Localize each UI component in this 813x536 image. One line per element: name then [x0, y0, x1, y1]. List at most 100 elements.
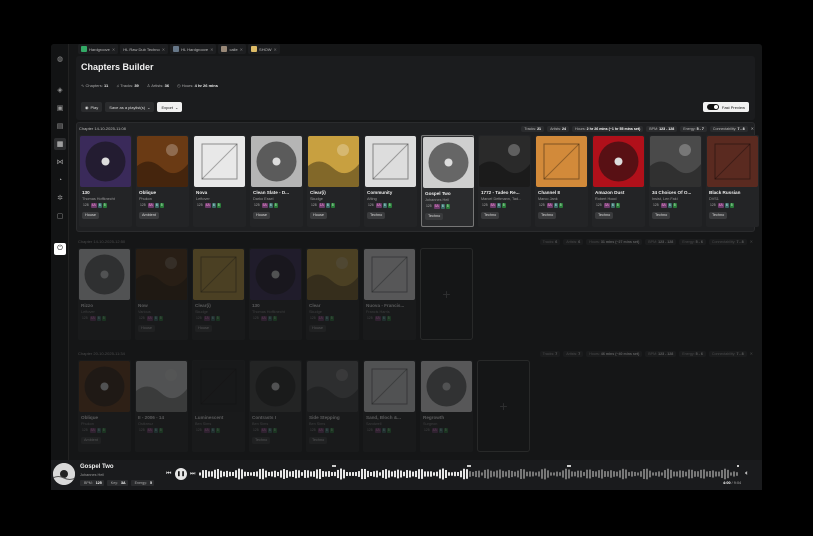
waveform-bar: [625, 469, 627, 479]
history-icon[interactable]: ◔: [54, 174, 66, 186]
crate-icon[interactable]: ▦: [54, 138, 66, 150]
add-track-button[interactable]: +: [420, 248, 473, 340]
track-card[interactable]: Oblique Phukon 125 8A 6 5 Ambient: [136, 135, 189, 227]
close-icon[interactable]: ✕: [162, 47, 165, 52]
genre-tag[interactable]: Techno: [652, 212, 671, 219]
track-card[interactable]: Oblique Phukon 125 8A 6 5 Ambient: [78, 360, 131, 452]
track-card[interactable]: Community Afting 126 4A 6 5 Techno: [364, 135, 417, 227]
waveform-scrubber[interactable]: [199, 465, 739, 483]
now-playing-artist: Johannes Heil: [80, 473, 105, 477]
genre-tag[interactable]: Ambient: [81, 437, 101, 444]
toggle-switch[interactable]: [706, 104, 719, 110]
robot-icon[interactable]: ▢: [54, 210, 66, 222]
genre-tag[interactable]: Techno: [538, 212, 557, 219]
chip-label: Tracks:: [524, 126, 537, 131]
genre-tag[interactable]: Techno: [367, 212, 386, 219]
track-card[interactable]: Clean Slate - D... Darko Essel 125 5A 6 5 Hous…: [250, 135, 303, 227]
chip-value: 7 - 8: [736, 239, 744, 244]
track-card[interactable]: Clear(i) Skudge 128 1A 6 5 House: [307, 135, 360, 227]
waveform-bar: [667, 468, 669, 480]
track-card[interactable]: Nuova - Francis... Francis Harris 125 4A 6 5: [363, 248, 416, 340]
tab-show[interactable]: SHOW ✕: [248, 44, 280, 54]
track-card[interactable]: Black Russian DVS1 125 4A 6 5 Techno: [706, 135, 759, 227]
tab-hl-hardgroove[interactable]: HL Hardgroove ✕: [170, 44, 217, 54]
close-icon[interactable]: ✕: [240, 47, 243, 52]
waveform-bar: [616, 471, 618, 477]
close-icon[interactable]: ✕: [750, 239, 753, 244]
track-card[interactable]: Clear Skudge 125 1A 6 5 House: [306, 248, 359, 340]
mood-badge: 5: [273, 203, 278, 208]
track-card[interactable]: Luminescent Ben Sims 125 4A 6 5: [192, 360, 245, 452]
chapter-name[interactable]: Chapter 14-10-2025-11:08: [79, 126, 521, 131]
track-card[interactable]: Nova Leftover 125 4A 6 5: [193, 135, 246, 227]
power-icon[interactable]: ⏻: [54, 243, 66, 255]
track-card[interactable]: 130 Thomas Hoffknecht 125 4A 6 5: [249, 248, 302, 340]
track-card[interactable]: Rizzo Leftover 125 4A 6 5: [78, 248, 131, 340]
play-button[interactable]: ◉ Play: [81, 102, 103, 112]
genre-tag[interactable]: Techno: [309, 437, 328, 444]
close-icon[interactable]: ✕: [210, 47, 213, 52]
waveform-bar: [442, 468, 444, 480]
pause-button[interactable]: ❚❚: [175, 468, 187, 480]
layers-icon[interactable]: ◈: [54, 84, 66, 96]
track-card[interactable]: II - 2006 - 14 Ostkreuz 125 4A 6 5: [135, 360, 188, 452]
export-button[interactable]: Export ⌄: [157, 102, 183, 112]
genre-tag[interactable]: Techno: [252, 437, 271, 444]
track-card[interactable]: 1772 - Tadeo Re... Marcel Dettmann, Tad..…: [478, 135, 531, 227]
genre-tag[interactable]: House: [253, 212, 270, 219]
genre-tag[interactable]: Techno: [425, 213, 444, 220]
tab-hl-raw-dub-techno[interactable]: HL Raw Dub Techno ✕: [120, 44, 169, 54]
add-track-button[interactable]: +: [477, 360, 530, 452]
track-card[interactable]: Regrowth Surgeon 125 4A 6 5: [420, 360, 473, 452]
settings-icon[interactable]: ✲: [54, 192, 66, 204]
folder-add-icon[interactable]: ▣: [54, 102, 66, 114]
close-icon[interactable]: ✕: [112, 47, 115, 52]
volume-icon[interactable]: 🔈︎: [745, 470, 749, 478]
share-icon[interactable]: ⋈: [54, 156, 66, 168]
genre-tag[interactable]: House: [138, 325, 155, 332]
genre-tag[interactable]: Techno: [481, 212, 500, 219]
chapter-name[interactable]: Chapter 14-10-2025-12:50: [78, 239, 540, 244]
genre-tag[interactable]: House: [310, 212, 327, 219]
track-card[interactable]: Contrasts I Ben Sims 125 4A 6 5 Techno: [249, 360, 302, 452]
next-icon[interactable]: ⏭: [190, 471, 195, 478]
genre-tag[interactable]: Techno: [595, 212, 614, 219]
track-card[interactable]: Sand, Bloch &... Sandwell 125 4A 6 5: [363, 360, 416, 452]
track-card[interactable]: Amazon Dust Robert Hood 125 3A 6 5 Techno: [592, 135, 645, 227]
energy-badge: 6: [153, 428, 158, 433]
album-cover: [423, 137, 474, 188]
globe-icon[interactable]: ◍: [54, 53, 66, 65]
genre-tag[interactable]: Techno: [709, 212, 728, 219]
tab-hardgroove[interactable]: Hardgroove ✕: [78, 44, 119, 54]
tab-calle[interactable]: calle ✕: [218, 44, 247, 54]
genre-tag[interactable]: Ambient: [139, 212, 159, 219]
bpm-value: 125: [253, 428, 259, 432]
save-playlist-button[interactable]: Save as a playlist(s) ⌄: [105, 102, 155, 112]
waveform-bar: [544, 468, 546, 480]
track-card[interactable]: Gospel Two Johannes Heil 125 5A 6 5 Techno: [421, 135, 474, 227]
chapter-name[interactable]: Chapter 20-10-2025-11:34: [78, 351, 540, 356]
bpm-value: 125: [196, 428, 202, 432]
genre-tag[interactable]: House: [82, 212, 99, 219]
track-card[interactable]: 130 Thomas Hoffknecht 128 4A 6 5 House: [79, 135, 132, 227]
stat-value: 11: [103, 83, 109, 88]
waveform-bar: [562, 470, 564, 478]
track-meta: 125 8A 6 5: [481, 203, 506, 208]
close-icon[interactable]: ✕: [751, 126, 754, 131]
genre-tag[interactable]: House: [309, 325, 326, 332]
track-list: 130 Thomas Hoffknecht 128 4A 6 5 House Oblique P…: [79, 135, 759, 227]
fast-preview-toggle[interactable]: Fast Preview: [702, 102, 749, 112]
close-icon[interactable]: ✕: [750, 351, 753, 356]
track-card[interactable]: Clear(i) Skudge 125 1A 6 5 House: [192, 248, 245, 340]
track-card[interactable]: Channel 8 Marco Jank 125 8A 6 5 Techno: [535, 135, 588, 227]
chip-value: 7 - 8: [736, 351, 744, 356]
track-card[interactable]: Side Stepping Ben Sims 125 4A 6 5 Techno: [306, 360, 359, 452]
previous-icon[interactable]: ⏮: [166, 471, 171, 478]
folder-icon[interactable]: ▤: [54, 120, 66, 132]
track-card[interactable]: 34 Choices Of O... Insist, Len Faki 125 8A 6…: [649, 135, 702, 227]
genre-tag[interactable]: House: [195, 325, 212, 332]
close-icon[interactable]: ✕: [273, 47, 276, 52]
track-card[interactable]: Now Various 125 4A 6 5 House: [135, 248, 188, 340]
key-badge: 4A: [317, 428, 324, 433]
key-badge: 1A: [317, 316, 324, 321]
